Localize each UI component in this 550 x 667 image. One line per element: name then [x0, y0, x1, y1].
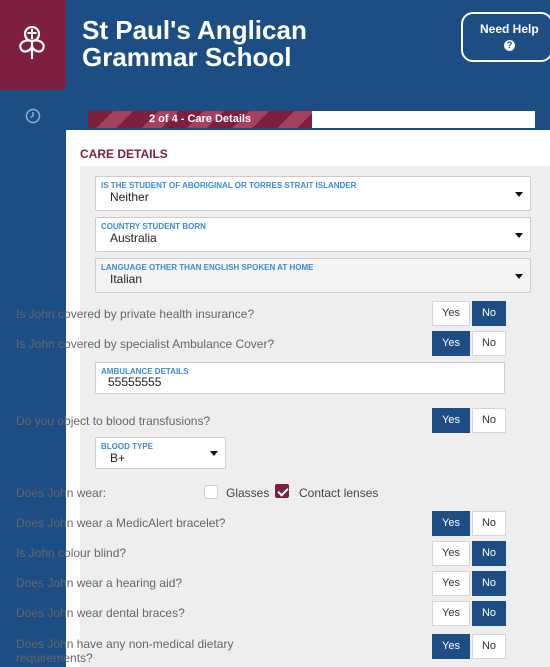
dietary-question: Does John have any non-medical dietary r… — [16, 637, 234, 665]
ambulance-details-field[interactable]: AMBULANCE DETAILS 55555555 — [95, 362, 505, 394]
chevron-down-icon — [515, 233, 523, 238]
blood-transfusions-question: Do you object to blood transfusions? — [16, 414, 211, 428]
medicalert-question: Does John wear a MedicAlert bracelet? — [16, 516, 226, 530]
blood-type-label: BLOOD TYPE — [101, 442, 154, 451]
glasses-checkbox[interactable] — [204, 485, 218, 499]
hearing-aid-yes-button[interactable]: Yes — [432, 571, 470, 596]
ambulance-cover-yes-button[interactable]: Yes — [432, 331, 470, 356]
section-title: CARE DETAILS — [80, 147, 168, 161]
blood-transfusions-no-button[interactable]: No — [472, 408, 506, 433]
medicalert-yes-button[interactable]: Yes — [432, 511, 470, 536]
language-label: LANGUAGE OTHER THAN ENGLISH SPOKEN AT HO… — [101, 263, 314, 272]
country-born-value: Australia — [110, 231, 157, 245]
ambulance-cover-question: Is John covered by specialist Ambulance … — [16, 337, 275, 351]
colour-blind-question: Is John colour blind? — [16, 546, 127, 560]
need-help-label: Need Help — [480, 22, 539, 36]
dental-braces-yes-button[interactable]: Yes — [432, 601, 470, 626]
health-insurance-yes-button[interactable]: Yes — [432, 301, 470, 326]
blood-type-select[interactable]: BLOOD TYPE B+ — [95, 437, 226, 469]
left-sidebar — [0, 0, 66, 667]
blood-type-value: B+ — [110, 451, 126, 465]
dental-braces-question: Does John wear dental braces? — [16, 606, 185, 620]
health-insurance-no-button[interactable]: No — [472, 301, 506, 326]
clock-history-icon[interactable] — [25, 108, 41, 124]
medicalert-no-button[interactable]: No — [472, 511, 506, 536]
school-name-line1: St Paul's Anglican — [82, 15, 307, 45]
language-value: Italian — [110, 272, 143, 286]
ambulance-cover-no-button[interactable]: No — [472, 331, 506, 356]
chevron-down-icon — [515, 192, 523, 197]
hearing-aid-no-button[interactable]: No — [472, 571, 506, 596]
health-insurance-question: Is John covered by private health insura… — [16, 307, 255, 321]
need-help-button[interactable]: Need Help ? — [461, 12, 550, 62]
colour-blind-no-button[interactable]: No — [472, 541, 506, 566]
school-name-line2: Grammar School — [82, 42, 292, 72]
dietary-yes-button[interactable]: Yes — [432, 634, 470, 659]
language-select[interactable]: LANGUAGE OTHER THAN ENGLISH SPOKEN AT HO… — [95, 258, 531, 293]
chevron-down-icon — [515, 274, 523, 279]
chevron-down-icon — [210, 451, 218, 456]
wear-question: Does John wear: — [16, 486, 107, 500]
school-name: St Paul's Anglican Grammar School — [82, 17, 307, 71]
aboriginal-select[interactable]: IS THE STUDENT OF ABORIGINAL OR TORRES S… — [95, 176, 531, 211]
glasses-label: Glasses — [226, 486, 270, 500]
hearing-aid-question: Does John wear a hearing aid? — [16, 576, 183, 590]
progress-label: 2 of 4 - Care Details — [148, 113, 252, 125]
blood-transfusions-yes-button[interactable]: Yes — [432, 408, 470, 433]
colour-blind-yes-button[interactable]: Yes — [432, 541, 470, 566]
aboriginal-label: IS THE STUDENT OF ABORIGINAL OR TORRES S… — [101, 181, 357, 190]
country-born-label: COUNTRY STUDENT BORN — [101, 222, 206, 231]
contact-lenses-label: Contact lenses — [299, 486, 379, 500]
country-born-select[interactable]: COUNTRY STUDENT BORN Australia — [95, 217, 531, 252]
school-logo-icon — [19, 25, 45, 59]
school-crest — [0, 0, 66, 90]
question-icon: ? — [504, 40, 515, 51]
dietary-no-button[interactable]: No — [472, 634, 506, 659]
aboriginal-value: Neither — [110, 190, 149, 204]
contact-lenses-checkbox[interactable] — [275, 484, 289, 498]
header: St Paul's Anglican Grammar School Need H… — [66, 0, 550, 90]
dental-braces-no-button[interactable]: No — [472, 601, 506, 626]
ambulance-details-value: 55555555 — [108, 375, 162, 389]
